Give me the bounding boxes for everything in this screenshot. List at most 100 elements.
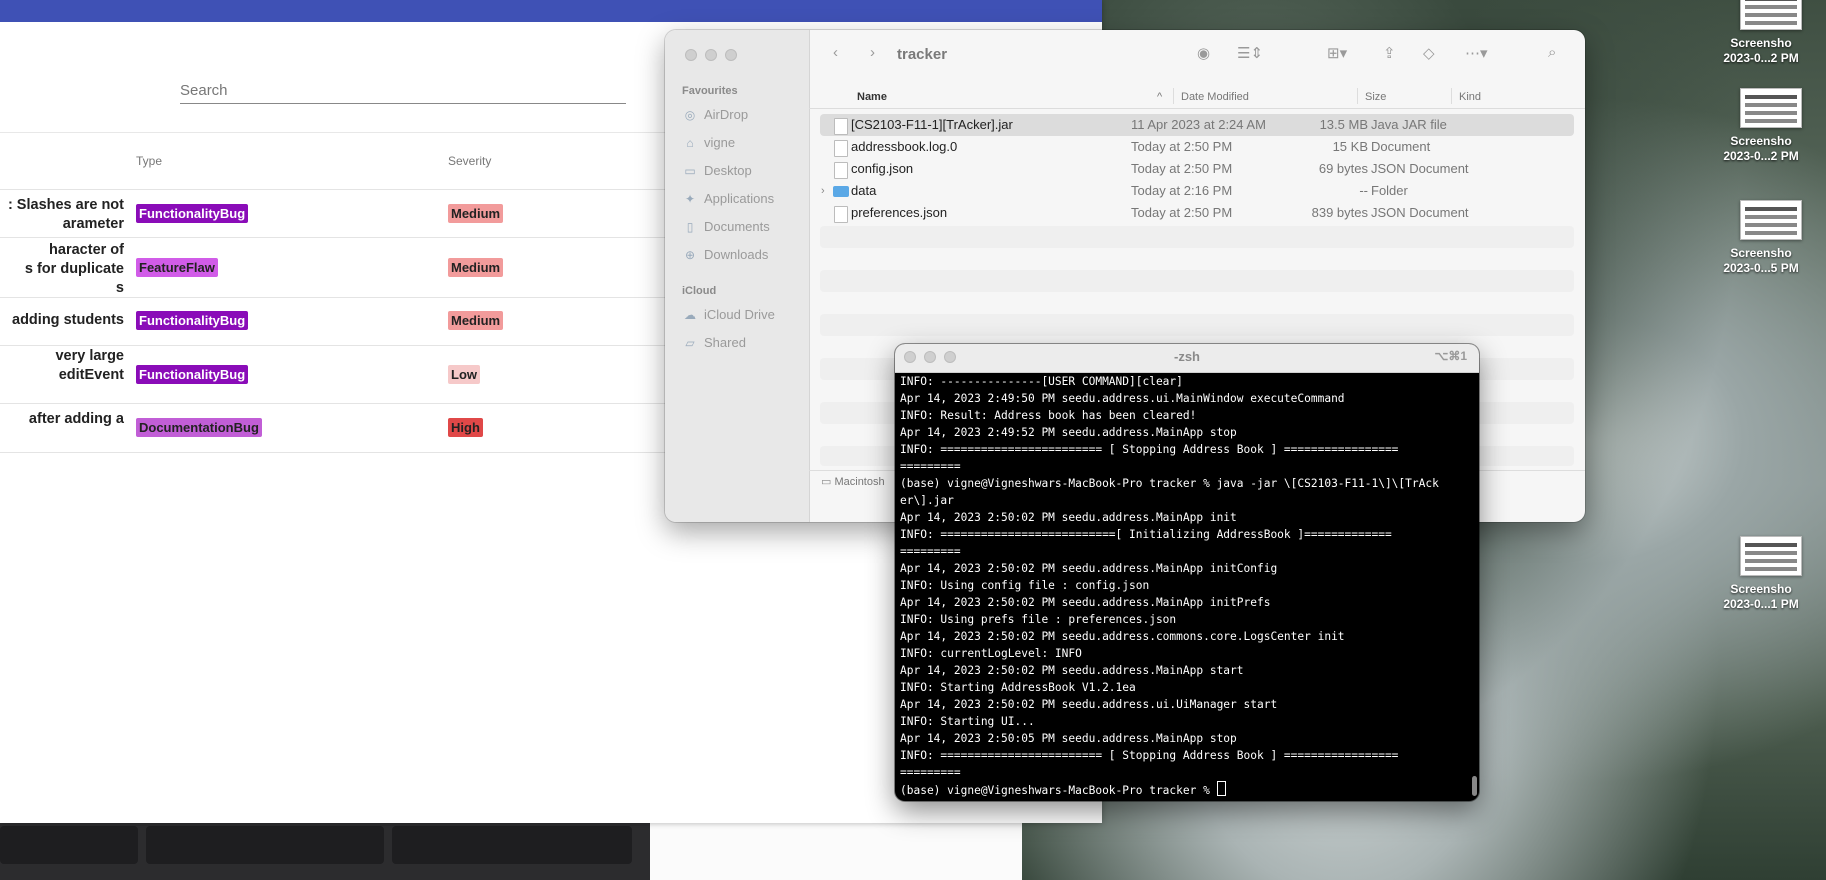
terminal-line: INFO: Result: Address book has been clea… [900, 409, 1197, 422]
sidebar-section-icloud: iCloud [682, 285, 717, 297]
terminal-line: INFO: Using config file : config.json [900, 579, 1150, 592]
back-chevron-icon[interactable]: ‹ [833, 44, 838, 61]
desktop-icon-date: 2023-0...1 PM [1723, 597, 1799, 611]
path-item[interactable]: Macintosh [834, 476, 884, 488]
sort-ascending-icon: ^ [1157, 91, 1163, 103]
desktop-screenshot-file[interactable]: Screensho 2023-0...2 PM [1696, 88, 1826, 164]
column-header-size[interactable]: Size [1365, 88, 1386, 106]
desktop-icon-date: 2023-0...2 PM [1723, 149, 1799, 163]
disclosure-triangle-icon[interactable]: › [821, 180, 825, 202]
terminal-line: Apr 14, 2023 2:50:02 PM seedu.address.co… [900, 630, 1345, 643]
file-row[interactable]: addressbook.log.0 Today at 2:50 PM 15 KB… [820, 136, 1574, 158]
scrollbar[interactable] [1472, 776, 1477, 796]
column-header-type[interactable]: Type [136, 154, 162, 168]
file-row[interactable]: preferences.json Today at 2:50 PM 839 by… [820, 202, 1574, 224]
sidebar-item-shared[interactable]: ▱ Shared [682, 334, 746, 352]
more-options-icon[interactable]: ⋯▾ [1465, 44, 1488, 62]
column-header-date[interactable]: Date Modified [1181, 88, 1249, 106]
list-view-icon[interactable]: ☰⇕ [1237, 44, 1263, 62]
desktop-screenshot-file[interactable]: Screensho 2023-0...5 PM [1696, 200, 1826, 276]
file-size: -- [1359, 183, 1368, 198]
type-badge: FunctionalityBug [136, 204, 249, 223]
download-icon: ⊕ [684, 248, 696, 262]
forward-chevron-icon[interactable]: › [870, 44, 875, 61]
file-kind: JSON Document [1371, 205, 1469, 220]
file-row[interactable]: config.json Today at 2:50 PM 69 bytes JS… [820, 158, 1574, 180]
file-row[interactable]: [CS2103-F11-1][TrAcker].jar 11 Apr 2023 … [820, 114, 1574, 136]
terminal-prompt[interactable]: (base) vigne@Vigneshwars-MacBook-Pro tra… [900, 781, 1468, 799]
issue-title: very large editEvent [55, 348, 124, 383]
terminal-shortcut: ⌥⌘1 [1434, 349, 1467, 363]
desktop-icon-label: Screensho [1730, 246, 1792, 260]
search-icon[interactable]: ⌕ [1548, 44, 1556, 61]
file-size: 69 bytes [1318, 161, 1368, 176]
tag-icon[interactable]: ◇ [1423, 44, 1435, 62]
app-header-bar [0, 0, 1102, 22]
window-title: tracker [897, 46, 948, 63]
sidebar-item-downloads[interactable]: ⊕ Downloads [682, 246, 768, 264]
screenshot-thumbnail-icon [1740, 88, 1802, 128]
column-divider [1451, 88, 1452, 104]
terminal-output[interactable]: INFO: ---------------[USER COMMAND][clea… [900, 373, 1468, 801]
search-input[interactable]: Search [180, 76, 626, 104]
close-button[interactable] [685, 49, 697, 61]
file-size: 839 bytes [1311, 205, 1368, 220]
severity-badge: Medium [448, 258, 504, 277]
file-size: 15 KB [1332, 139, 1368, 154]
terminal-line: INFO: Starting UI... [900, 715, 1035, 728]
file-size: 13.5 MB [1319, 117, 1368, 132]
sidebar-item-applications[interactable]: ✦ Applications [682, 190, 774, 208]
terminal-line: Apr 14, 2023 2:50:02 PM seedu.address.Ma… [900, 596, 1271, 609]
issue-title: haracter of s for duplicate s [24, 242, 124, 296]
share-icon[interactable]: ⇪ [1383, 44, 1396, 62]
empty-row [820, 314, 1574, 336]
background-window-strip [650, 823, 1022, 880]
type-badge: FunctionalityBug [136, 311, 249, 330]
type-badge: DocumentationBug [136, 418, 262, 437]
terminal-title: -zsh [1174, 349, 1200, 364]
sidebar-item-icloud-drive[interactable]: ☁ iCloud Drive [682, 306, 775, 324]
severity-badge: Medium [448, 204, 504, 223]
airdrop-icon[interactable]: ◉ [1197, 44, 1210, 62]
desktop-screenshot-file[interactable]: Screensho 2023-0...2 PM [1696, 0, 1826, 66]
sidebar-item-airdrop[interactable]: ◎ AirDrop [682, 106, 748, 124]
terminal-line: INFO: Using prefs file : preferences.jso… [900, 613, 1177, 626]
desktop-icon-date: 2023-0...5 PM [1723, 261, 1799, 275]
terminal-line: ========= [900, 766, 961, 779]
file-date: Today at 2:16 PM [1131, 183, 1233, 198]
severity-badge: Low [448, 365, 480, 384]
folder-row[interactable]: › data Today at 2:16 PM -- Folder [820, 180, 1574, 202]
shared-folder-icon: ▱ [685, 336, 695, 350]
grid-view-icon[interactable]: ⊞▾ [1327, 44, 1347, 62]
screenshot-thumbnail-icon [1740, 536, 1802, 576]
zoom-button[interactable] [725, 49, 737, 61]
desktop-screenshot-file[interactable]: Screensho 2023-0...1 PM [1696, 536, 1826, 612]
desktop-icon-label: Screensho [1730, 134, 1792, 148]
hard-drive-icon: ▭ [821, 476, 832, 488]
column-header-name[interactable]: Name [857, 88, 887, 106]
cloud-icon: ☁ [684, 308, 696, 322]
type-badge: FunctionalityBug [136, 365, 249, 384]
file-date: Today at 2:50 PM [1131, 161, 1233, 176]
sidebar-item-home[interactable]: ⌂ vigne [682, 134, 735, 152]
desktop-icon-label: Screensho [1730, 582, 1792, 596]
finder-sidebar: Favourites ◎ AirDrop ⌂ vigne ▭ Desktop ✦ App… [665, 30, 810, 522]
empty-row [820, 226, 1574, 248]
terminal-line: Apr 14, 2023 2:49:52 PM seedu.address.Ma… [900, 426, 1237, 439]
column-divider [1357, 88, 1358, 104]
file-kind: Document [1371, 139, 1431, 154]
sidebar-item-desktop[interactable]: ▭ Desktop [682, 162, 751, 180]
column-header-severity[interactable]: Severity [448, 154, 491, 168]
file-kind: Java JAR file [1371, 117, 1447, 132]
file-date: Today at 2:50 PM [1131, 205, 1233, 220]
desktop-icon: ▭ [684, 164, 696, 178]
terminal-line: ========= [900, 460, 961, 473]
terminal-line: ========= [900, 545, 961, 558]
sidebar-item-documents[interactable]: ▯ Documents [682, 218, 770, 236]
severity-badge: High [448, 418, 483, 437]
column-header-kind[interactable]: Kind [1459, 88, 1481, 106]
file-name: preferences.json [851, 205, 948, 220]
type-badge: FeatureFlaw [136, 258, 218, 277]
jar-file-icon [834, 118, 848, 135]
minimize-button[interactable] [705, 49, 717, 61]
